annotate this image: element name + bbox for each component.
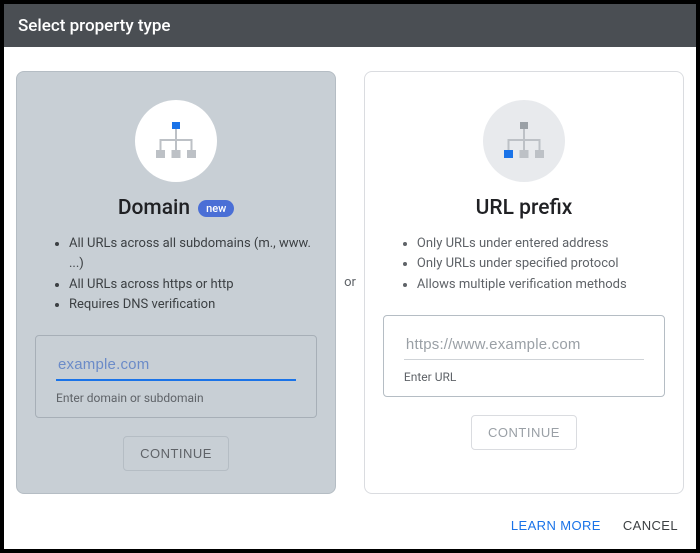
sitemap-icon bbox=[152, 120, 200, 162]
list-item: All URLs across https or http bbox=[69, 275, 311, 295]
modal-footer: LEARN MORE CANCEL bbox=[4, 502, 696, 549]
url-input[interactable] bbox=[404, 330, 644, 360]
domain-title: Domain bbox=[118, 196, 190, 220]
domain-bullets: All URLs across all subdomains (m., www.… bbox=[41, 234, 311, 315]
url-input-box: Enter URL bbox=[383, 315, 665, 397]
domain-title-row: Domain new bbox=[118, 196, 234, 220]
list-item: Only URLs under specified protocol bbox=[417, 254, 659, 274]
cancel-button[interactable]: CANCEL bbox=[623, 518, 678, 533]
list-item: Only URLs under entered address bbox=[417, 234, 659, 254]
domain-continue-button[interactable]: CONTINUE bbox=[123, 436, 229, 471]
url-continue-button[interactable]: CONTINUE bbox=[471, 415, 577, 450]
url-title: URL prefix bbox=[476, 196, 573, 220]
url-prefix-card[interactable]: URL prefix Only URLs under entered addre… bbox=[364, 71, 684, 494]
new-badge: new bbox=[198, 200, 234, 217]
select-property-modal: Select property type Domain new All URLs… bbox=[4, 4, 696, 549]
modal-title: Select property type bbox=[18, 16, 171, 36]
sitemap-icon bbox=[500, 120, 548, 162]
learn-more-button[interactable]: LEARN MORE bbox=[511, 518, 601, 533]
modal-header: Select property type bbox=[4, 4, 696, 47]
url-hint: Enter URL bbox=[404, 370, 644, 384]
list-item: Requires DNS verification bbox=[69, 295, 311, 315]
domain-icon-circle bbox=[135, 100, 217, 182]
domain-hint: Enter domain or subdomain bbox=[56, 391, 296, 405]
url-bullets: Only URLs under entered address Only URL… bbox=[389, 234, 659, 294]
domain-input[interactable] bbox=[56, 350, 296, 381]
url-icon-circle bbox=[483, 100, 565, 182]
url-title-row: URL prefix bbox=[476, 196, 573, 220]
domain-input-box: Enter domain or subdomain bbox=[35, 335, 317, 418]
modal-body: Domain new All URLs across all subdomain… bbox=[4, 47, 696, 502]
or-divider: or bbox=[336, 275, 364, 290]
list-item: Allows multiple verification methods bbox=[417, 275, 659, 295]
domain-card[interactable]: Domain new All URLs across all subdomain… bbox=[16, 71, 336, 494]
list-item: All URLs across all subdomains (m., www.… bbox=[69, 234, 311, 274]
